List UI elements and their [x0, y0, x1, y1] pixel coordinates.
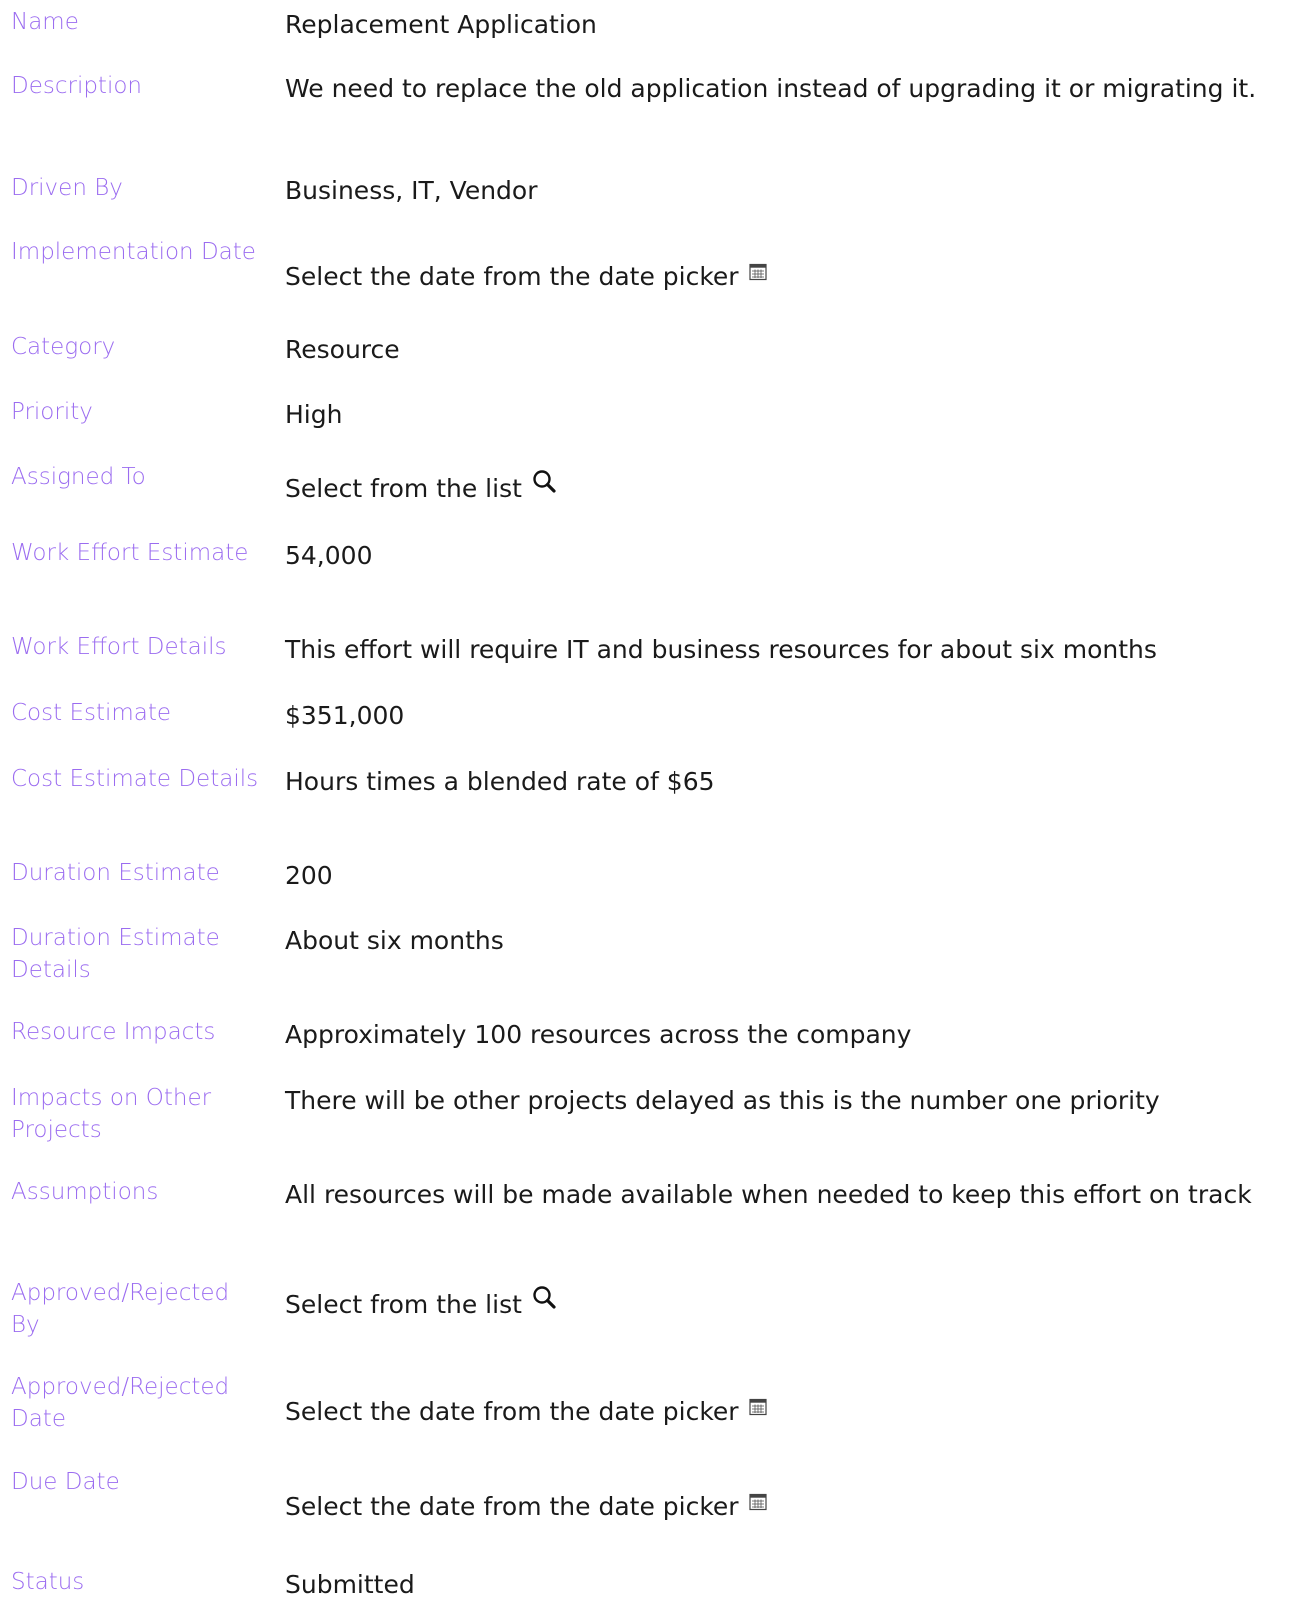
field-label: Duration Estimate Details — [11, 925, 220, 983]
field-label: Work Effort Estimate — [11, 540, 249, 566]
field-label: Driven By — [11, 175, 123, 201]
search-icon[interactable] — [532, 469, 560, 504]
date-picker-text: Select the date from the date picker — [285, 1397, 739, 1426]
driven-by-value: Business, IT, Vendor — [285, 176, 538, 205]
request-details-form: Name Replacement Application Description… — [0, 0, 1309, 1602]
name-value: Replacement Application — [285, 10, 597, 39]
duration-estimate-details-value: About six months — [285, 926, 504, 955]
field-label: Category — [11, 334, 116, 360]
approved-rejected-by-lookup[interactable]: Select from the list — [285, 1285, 1290, 1322]
field-label: Implementation Date — [11, 239, 256, 265]
lookup-text: Select from the list — [285, 474, 522, 503]
duration-estimate-value: 200 — [285, 861, 333, 890]
field-label: Approved/Rejected By — [11, 1280, 230, 1338]
field-label: Description — [11, 73, 142, 99]
field-label: Name — [11, 9, 79, 35]
field-label: Due Date — [11, 1469, 120, 1495]
lookup-text: Select from the list — [285, 1290, 522, 1319]
calendar-icon[interactable] — [748, 1486, 767, 1520]
impacts-on-other-projects-value: There will be other projects delayed as … — [285, 1086, 1160, 1115]
field-label: Priority — [11, 399, 93, 425]
approved-rejected-date-picker[interactable]: Select the date from the date picker — [285, 1395, 1290, 1429]
field-label: Work Effort Details — [11, 634, 227, 660]
cost-estimate-value: $351,000 — [285, 701, 405, 730]
search-icon[interactable] — [532, 1285, 560, 1320]
assigned-to-lookup[interactable]: Select from the list — [285, 469, 1290, 506]
field-label: Cost Estimate — [11, 700, 172, 726]
status-value: Submitted — [285, 1570, 415, 1599]
calendar-icon[interactable] — [748, 1391, 767, 1425]
description-value: We need to replace the old application i… — [285, 74, 1257, 103]
implementation-date-picker[interactable]: Select the date from the date picker — [285, 260, 1290, 294]
field-label: Cost Estimate Details — [11, 766, 259, 792]
category-value: Resource — [285, 335, 400, 364]
priority-value: High — [285, 400, 343, 429]
date-picker-text: Select the date from the date picker — [285, 262, 739, 291]
date-picker-text: Select the date from the date picker — [285, 1492, 739, 1521]
field-label: Impacts on Other Projects — [11, 1085, 212, 1143]
cost-estimate-details-value: Hours times a blended rate of $65 — [285, 767, 715, 796]
field-label: Duration Estimate — [11, 860, 220, 886]
due-date-picker[interactable]: Select the date from the date picker — [285, 1490, 1290, 1524]
work-effort-details-value: This effort will require IT and business… — [285, 635, 1157, 664]
calendar-icon[interactable] — [748, 256, 767, 290]
field-label: Approved/Rejected Date — [11, 1374, 230, 1432]
work-effort-estimate-value: 54,000 — [285, 541, 373, 570]
field-label: Assumptions — [11, 1179, 159, 1205]
field-label: Status — [11, 1569, 85, 1595]
assumptions-value: All resources will be made available whe… — [285, 1180, 1252, 1209]
field-label: Resource Impacts — [11, 1019, 216, 1045]
field-label: Assigned To — [11, 464, 146, 490]
resource-impacts-value: Approximately 100 resources across the c… — [285, 1020, 912, 1049]
